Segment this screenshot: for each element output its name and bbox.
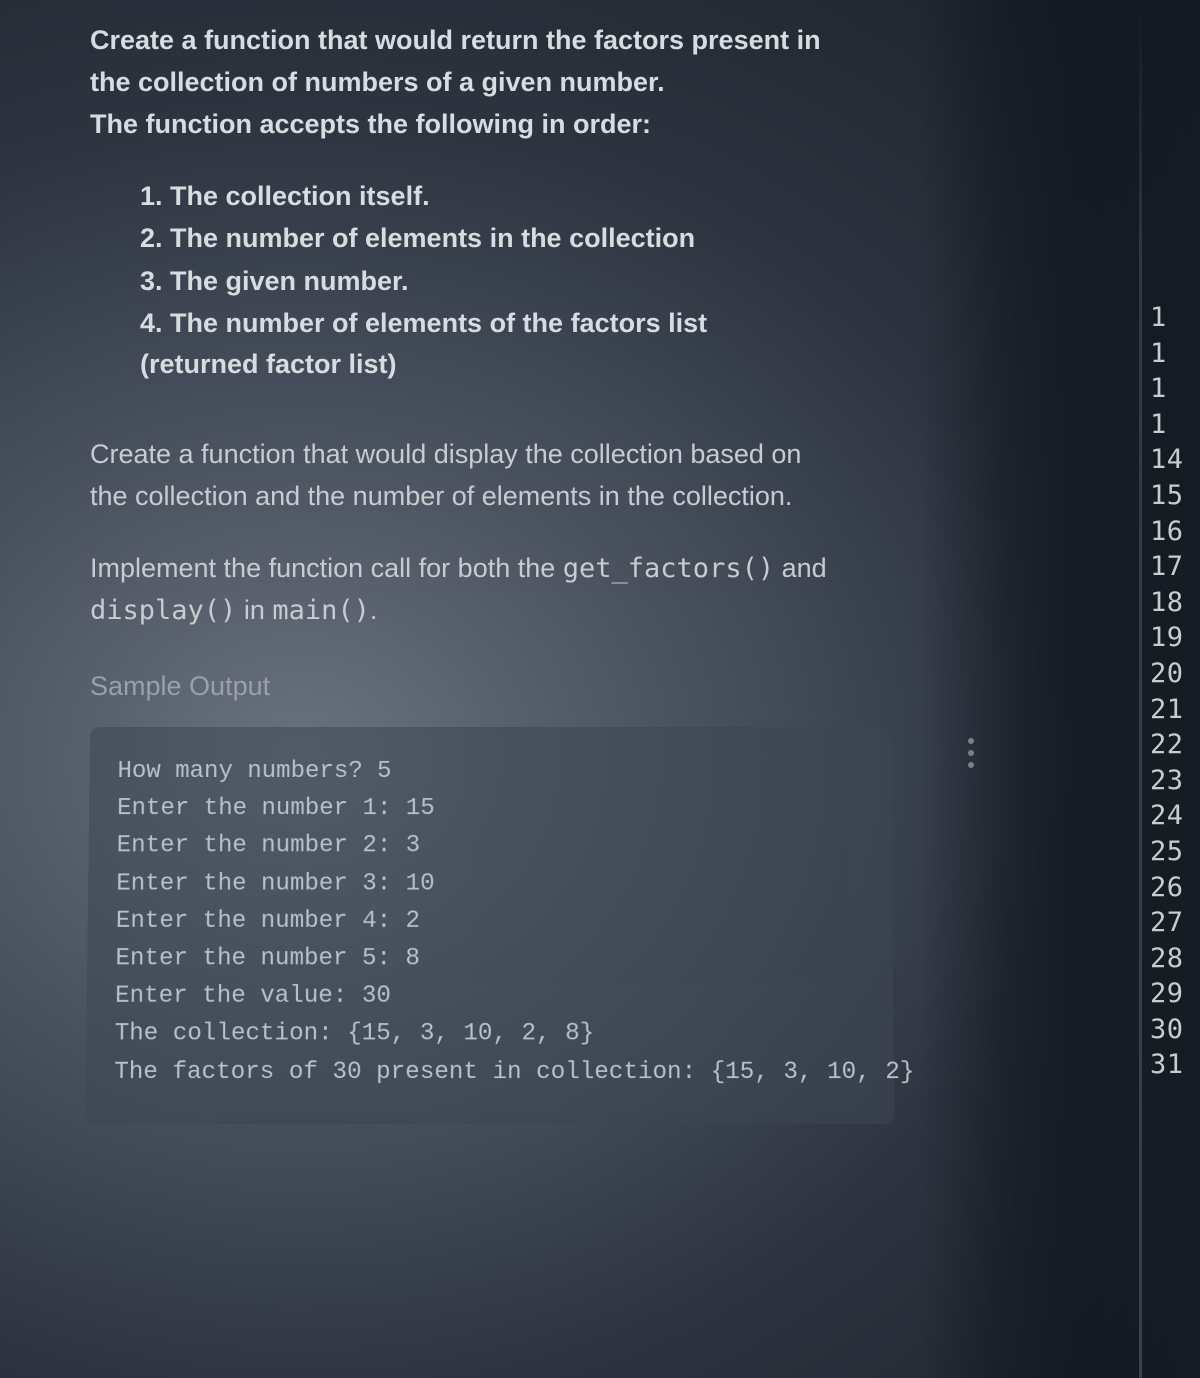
instructions-panel: Create a function that would return the … [0, 0, 920, 1140]
line-number: 1 [1150, 336, 1200, 372]
line-number: 28 [1150, 941, 1200, 977]
implement-text: Implement the function call for both the… [90, 548, 830, 632]
list-item: 4. The number of elements of the factors… [140, 303, 830, 384]
code-line: The collection: {15, 3, 10, 2, 8} [114, 1016, 865, 1054]
code-line: Enter the number 3: 10 [116, 865, 864, 902]
text-fragment: and [774, 553, 827, 583]
sample-output-heading: Sample Output [90, 671, 830, 702]
line-number: 25 [1150, 834, 1200, 870]
intro-line-1: Create a function that would return the … [90, 20, 830, 104]
text-fragment: . [370, 595, 378, 625]
line-number: 1 [1150, 300, 1200, 336]
code-line: Enter the value: 30 [115, 978, 865, 1016]
line-number: 26 [1150, 870, 1200, 906]
line-number: 31 [1150, 1047, 1200, 1083]
line-number: 1 [1150, 407, 1200, 443]
line-number: 20 [1150, 656, 1200, 692]
code-line: Enter the number 5: 8 [115, 940, 864, 978]
code-line: Enter the number 4: 2 [116, 903, 865, 941]
line-number: 15 [1150, 478, 1200, 514]
code-line: Enter the number 1: 15 [117, 791, 863, 828]
line-number: 18 [1150, 585, 1200, 621]
code-line: How many numbers? 5 [117, 753, 862, 790]
panel-divider[interactable] [1139, 0, 1142, 1378]
drag-handle-icon[interactable] [968, 738, 974, 768]
parameter-list: 1. The collection itself. 2. The number … [90, 176, 830, 385]
sample-output-code: How many numbers? 5 Enter the number 1: … [85, 727, 894, 1124]
line-number: 21 [1150, 692, 1200, 728]
text-fragment: Implement the function call for both the [90, 553, 563, 583]
code-ref-display: display() [90, 595, 236, 626]
code-line: The factors of 30 present in collection:… [114, 1054, 866, 1092]
line-number: 19 [1150, 620, 1200, 656]
line-number: 23 [1150, 763, 1200, 799]
intro-paragraph: Create a function that would return the … [90, 20, 830, 146]
line-number: 24 [1150, 798, 1200, 834]
intro-line-2: The function accepts the following in or… [90, 104, 830, 146]
line-number: 17 [1150, 549, 1200, 585]
code-ref-main: main() [272, 595, 370, 626]
line-number: 16 [1150, 514, 1200, 550]
list-item: 3. The given number. [140, 261, 830, 302]
line-number-gutter: 1 1 1 1 14 15 16 17 18 19 20 21 22 23 24… [1150, 300, 1200, 1083]
list-item: 1. The collection itself. [140, 176, 830, 217]
line-number: 1 [1150, 371, 1200, 407]
code-line: Enter the number 2: 3 [117, 828, 864, 865]
display-function-text: Create a function that would display the… [90, 434, 830, 518]
editor-strip: 1 1 1 1 14 15 16 17 18 19 20 21 22 23 24… [920, 0, 1200, 1378]
line-number: 22 [1150, 727, 1200, 763]
line-number: 29 [1150, 976, 1200, 1012]
code-ref-get-factors: get_factors() [563, 553, 774, 584]
line-number: 14 [1150, 442, 1200, 478]
list-item: 2. The number of elements in the collect… [140, 218, 830, 259]
line-number: 30 [1150, 1012, 1200, 1048]
text-fragment: in [236, 595, 272, 625]
line-number: 27 [1150, 905, 1200, 941]
